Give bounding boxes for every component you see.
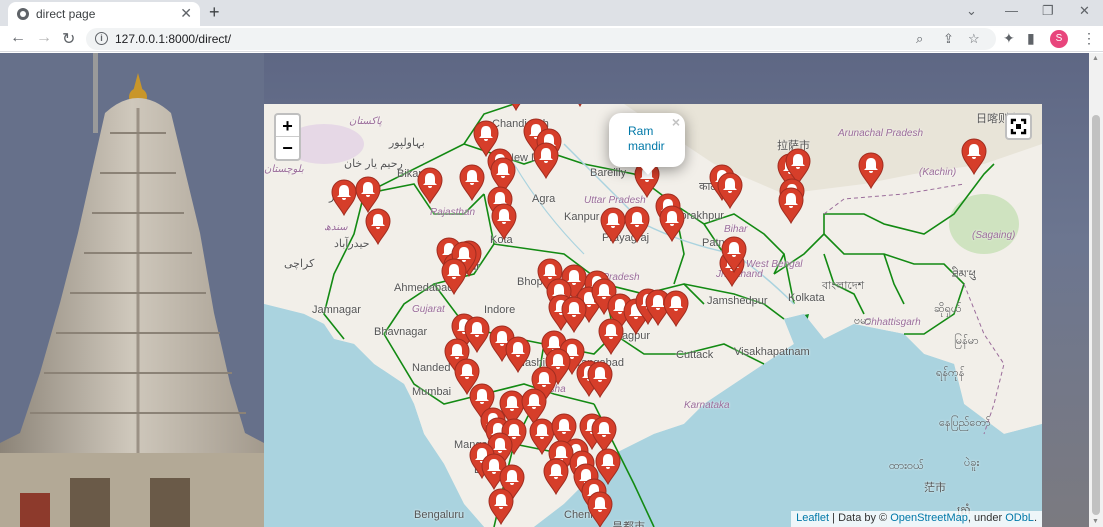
temple-image [0, 53, 264, 527]
temple-marker[interactable] [659, 205, 685, 243]
temple-marker[interactable] [591, 416, 617, 454]
scroll-down-arrow-icon[interactable]: ▼ [1092, 518, 1099, 525]
back-button[interactable]: ← [10, 29, 26, 47]
zoom-in-button[interactable]: + [276, 115, 299, 137]
marker-popup: × Ram mandir [609, 113, 685, 175]
temple-marker[interactable] [663, 290, 689, 328]
temple-marker[interactable] [417, 167, 443, 205]
browser-toolbar: ← → ↻ i 127.0.0.1:8000/direct/ ⌕ ⇪ ☆ ✦ ▮… [0, 26, 1103, 52]
attribution-text-1: | Data by © [829, 512, 891, 524]
odbl-link[interactable]: ODbL [1005, 512, 1034, 524]
temple-marker[interactable] [587, 491, 613, 527]
temple-marker[interactable] [568, 104, 592, 108]
popup-text: Ram mandir [628, 124, 665, 153]
scroll-up-arrow-icon[interactable]: ▲ [1092, 55, 1099, 62]
browser-tab[interactable]: direct page ✕ [8, 2, 200, 26]
temple-marker[interactable] [595, 448, 621, 486]
fullscreen-button[interactable] [1005, 113, 1032, 140]
temple-marker[interactable] [543, 458, 569, 496]
reload-button[interactable]: ↻ [62, 29, 75, 49]
zoom-out-button[interactable]: − [276, 137, 299, 159]
tab-search-icon[interactable]: ⌄ [966, 3, 977, 19]
temple-marker[interactable] [505, 336, 531, 374]
extensions-icon[interactable]: ✦ [1003, 30, 1015, 47]
temple-marker[interactable] [355, 176, 381, 214]
temple-marker[interactable] [598, 318, 624, 356]
page-background: پاکستانبہاولپوررحیم یار خانسکھرسندھحیدرآ… [0, 53, 1089, 527]
temple-marker[interactable] [459, 164, 485, 202]
map-attribution: Leaflet | Data by © OpenStreetMap, under… [791, 511, 1042, 527]
address-bar[interactable]: i 127.0.0.1:8000/direct/ ⌕ ⇪ ☆ [86, 28, 996, 50]
zoom-icon[interactable]: ⌕ [916, 31, 923, 47]
scrollbar-thumb[interactable] [1092, 115, 1100, 515]
temple-marker[interactable] [491, 203, 517, 241]
temple-marker[interactable] [961, 138, 987, 176]
new-tab-button[interactable]: + [209, 2, 220, 23]
temple-marker[interactable] [600, 207, 626, 245]
attribution-text-3: . [1033, 512, 1037, 524]
browser-menu-icon[interactable]: ⋮ [1082, 30, 1096, 47]
temple-marker[interactable] [365, 208, 391, 246]
temple-marker[interactable] [488, 488, 514, 526]
temple-marker[interactable] [441, 258, 467, 296]
temple-marker[interactable] [778, 187, 804, 225]
popup-close-button[interactable]: × [672, 114, 680, 130]
leaflet-link[interactable]: Leaflet [796, 512, 829, 524]
side-panel-icon[interactable]: ▮ [1027, 30, 1035, 47]
attribution-text-2: , under [967, 512, 1006, 524]
globe-icon [17, 8, 29, 20]
zoom-control: + − [274, 113, 301, 161]
close-window-button[interactable]: ✕ [1079, 3, 1090, 19]
site-info-icon[interactable]: i [95, 32, 108, 45]
temple-marker[interactable] [504, 104, 528, 112]
bookmark-star-icon[interactable]: ☆ [968, 31, 980, 47]
tab-title: direct page [36, 7, 96, 21]
url-text: 127.0.0.1:8000/direct/ [115, 32, 232, 46]
temple-marker[interactable] [561, 296, 587, 334]
maximize-button[interactable]: ❐ [1042, 3, 1054, 19]
tab-close-icon[interactable]: ✕ [180, 5, 192, 22]
osm-link[interactable]: OpenStreetMap [890, 512, 968, 524]
temple-marker[interactable] [624, 206, 650, 244]
temple-marker[interactable] [858, 152, 884, 190]
profile-avatar[interactable]: S [1050, 30, 1068, 48]
share-icon[interactable]: ⇪ [943, 31, 954, 47]
minimize-button[interactable]: — [1005, 3, 1018, 18]
temple-marker[interactable] [717, 172, 743, 210]
fullscreen-icon [1010, 118, 1027, 135]
temple-marker[interactable] [533, 142, 559, 180]
temple-marker[interactable] [331, 179, 357, 217]
leaflet-map[interactable]: پاکستانبہاولپوررحیم یار خانسکھرسندھحیدرآ… [264, 104, 1042, 527]
browser-tab-bar: direct page ✕ + ⌄ — ❐ ✕ [0, 0, 1103, 26]
page-scrollbar[interactable]: ▲ ▼ [1089, 53, 1103, 527]
forward-button[interactable]: → [36, 29, 52, 47]
